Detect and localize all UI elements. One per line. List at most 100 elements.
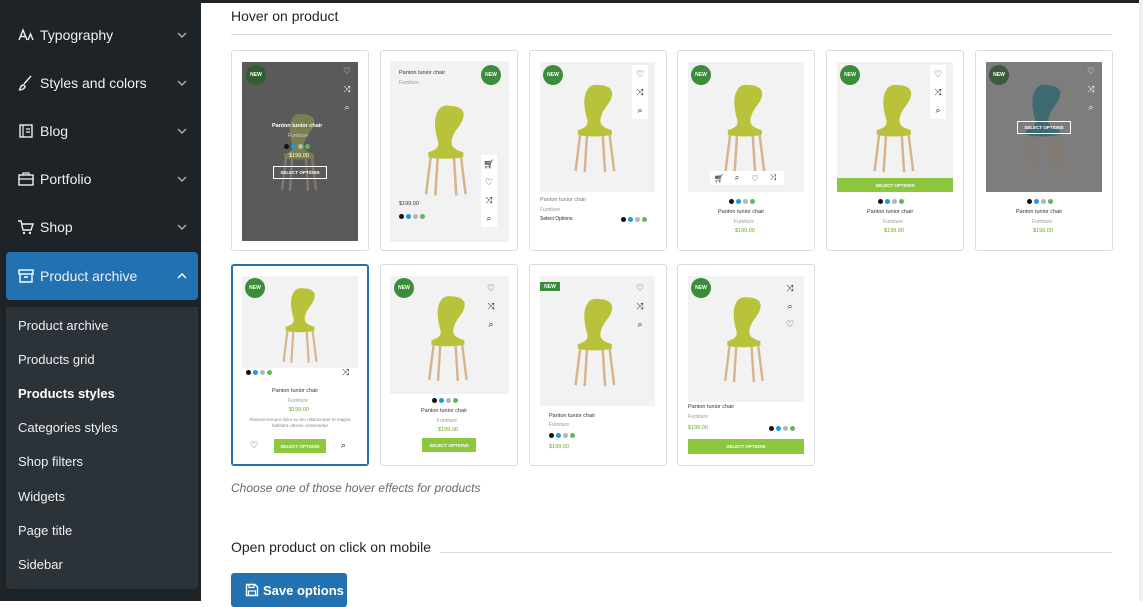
new-badge: NEW xyxy=(394,278,414,298)
hover-style-card-10[interactable]: NEW ⤨ ⌕ ♡ Panton tunior chair Furniture … xyxy=(677,264,815,466)
nav-product-archive[interactable]: Product archive xyxy=(6,252,198,300)
search-icon[interactable]: ⌕ xyxy=(728,173,746,183)
color-swatches xyxy=(284,144,310,149)
product-price: $199.00 xyxy=(289,407,309,413)
nav-label: Typography xyxy=(40,27,114,43)
hover-style-card-1[interactable]: NEW ♡ ⤨ ⌕ Panton tunior chair Furniture … xyxy=(231,50,369,251)
action-icons: ♡ ⤨ ⌕ xyxy=(930,65,946,119)
action-icons: ♡ ⤨ ⌕ xyxy=(632,279,648,333)
nav-typography[interactable]: Typography xyxy=(6,11,198,59)
select-options-button[interactable]: SELECT OPTIONS xyxy=(837,178,953,192)
chair-image xyxy=(712,70,780,186)
hover-style-card-4[interactable]: NEW 🛒︎ ⌕ ♡ ⤨ Panton tunior chair Furnitu… xyxy=(677,50,815,251)
search-icon[interactable]: ⌕ xyxy=(632,101,648,119)
archive-icon xyxy=(18,269,34,283)
shuffle-icon[interactable]: ⤨ xyxy=(764,173,782,183)
save-options-button[interactable]: Save options xyxy=(231,573,347,607)
subnav-sidebar[interactable]: Sidebar xyxy=(18,557,63,572)
search-icon[interactable]: ⌕ xyxy=(632,315,648,333)
heart-icon[interactable]: ♡ xyxy=(481,173,497,191)
product-price: $199.00 xyxy=(438,427,458,433)
new-badge: NEW xyxy=(840,65,860,85)
select-options-button[interactable]: SELECT OPTIONS xyxy=(1017,121,1071,134)
shuffle-icon[interactable]: ⤨ xyxy=(342,367,349,378)
hover-style-card-8[interactable]: NEW ♡ ⤨ ⌕ Panton tunior chair Furniture … xyxy=(380,264,518,466)
nav-label: Portfolio xyxy=(40,171,92,187)
subnav-product-archive[interactable]: Product archive xyxy=(18,318,108,333)
search-icon[interactable]: ⌕ xyxy=(339,98,355,116)
new-badge: NEW xyxy=(989,65,1009,85)
product-archive-submenu xyxy=(6,307,198,589)
shuffle-icon[interactable]: ⤨ xyxy=(782,279,798,297)
shuffle-icon[interactable]: ⤨ xyxy=(1083,80,1099,98)
select-options-button[interactable]: SELECT OPTIONS xyxy=(688,439,804,454)
select-options-button[interactable]: SELECT OPTIONS xyxy=(422,438,476,452)
chair-image xyxy=(270,92,330,212)
search-icon[interactable]: ⌕ xyxy=(481,209,497,227)
heart-icon[interactable]: ♡ xyxy=(339,62,355,80)
section-title-hover: Hover on product xyxy=(231,8,339,24)
heart-icon[interactable]: ♡ xyxy=(483,279,499,297)
hover-style-card-9[interactable]: NEW ♡ ⤨ ⌕ Panton tunior chair Furniture … xyxy=(529,264,667,466)
cart-icon[interactable]: 🛒︎ xyxy=(710,174,728,183)
search-icon[interactable]: ⌕ xyxy=(782,297,798,315)
shuffle-icon[interactable]: ⤨ xyxy=(339,80,355,98)
search-icon[interactable]: ⌕ xyxy=(930,101,946,119)
nav-label: Shop xyxy=(40,219,73,235)
heart-icon[interactable]: ♡ xyxy=(930,65,946,83)
select-options-link[interactable]: Select Options xyxy=(540,216,573,222)
chair-image xyxy=(416,284,482,392)
hover-style-card-5[interactable]: NEW ♡ ⤨ ⌕ SELECT OPTIONS Panton tunior c… xyxy=(826,50,964,251)
shuffle-icon[interactable]: ⤨ xyxy=(481,191,497,209)
subnav-products-styles[interactable]: Products styles xyxy=(18,386,115,401)
nav-blog[interactable]: Blog xyxy=(6,107,198,155)
heart-icon[interactable]: ♡ xyxy=(632,65,648,83)
chair-image xyxy=(412,95,482,205)
cart-icon[interactable]: 🛒︎ xyxy=(481,155,497,173)
shuffle-icon[interactable]: ⤨ xyxy=(632,83,648,101)
heart-icon[interactable]: ♡ xyxy=(782,315,798,333)
search-icon[interactable]: ⌕ xyxy=(1083,98,1099,116)
heart-icon[interactable]: ♡ xyxy=(746,174,764,183)
heart-icon[interactable]: ♡ xyxy=(1083,62,1099,80)
hover-style-card-3[interactable]: NEW ♡ ⤨ ⌕ Panton tunior chair Furniture … xyxy=(529,50,667,251)
action-icons: ♡ ⤨ ⌕ xyxy=(632,65,648,119)
new-badge: NEW xyxy=(246,65,266,85)
chevron-up-icon xyxy=(177,272,187,279)
select-options-button[interactable]: SELECT OPTIONS xyxy=(273,166,327,179)
subnav-widgets[interactable]: Widgets xyxy=(18,489,65,504)
nav-shop[interactable]: Shop xyxy=(6,203,198,251)
nav-styles-colors[interactable]: Styles and colors xyxy=(6,59,198,107)
product-category: Furniture xyxy=(1032,219,1053,225)
subnav-page-title[interactable]: Page title xyxy=(18,523,72,538)
product-title: Panton tunior chair xyxy=(272,123,323,129)
select-options-button[interactable]: SELECT OPTIONS xyxy=(274,439,326,453)
settings-sidebar: Typography Styles and colors Blog Portfo… xyxy=(0,3,201,601)
chevron-down-icon xyxy=(177,128,187,135)
subnav-products-grid[interactable]: Products grid xyxy=(18,352,95,367)
subnav-categories-styles[interactable]: Categories styles xyxy=(18,420,118,435)
product-category: Furniture xyxy=(399,80,420,86)
product-title: Panton tunior chair xyxy=(540,197,587,203)
chair-image xyxy=(861,70,929,186)
heart-icon[interactable]: ♡ xyxy=(632,279,648,297)
blog-icon xyxy=(19,124,33,138)
product-price: $199.00 xyxy=(1033,228,1053,234)
search-icon[interactable]: ⌕ xyxy=(483,315,499,333)
hover-style-card-6[interactable]: NEW ♡ ⤨ ⌕ SELECT OPTIONS Panton tunior c… xyxy=(975,50,1113,251)
subnav-shop-filters[interactable]: Shop filters xyxy=(18,454,83,469)
chair-image xyxy=(272,282,330,368)
nav-label: Blog xyxy=(40,123,69,139)
nav-portfolio[interactable]: Portfolio xyxy=(6,155,198,203)
heart-icon[interactable]: ♡ xyxy=(250,440,258,451)
brush-icon xyxy=(18,75,32,91)
shuffle-icon[interactable]: ⤨ xyxy=(632,297,648,315)
search-icon[interactable]: ⌕ xyxy=(341,440,346,451)
shuffle-icon[interactable]: ⤨ xyxy=(930,83,946,101)
color-swatches xyxy=(549,433,575,438)
product-price: $199.00 xyxy=(549,444,569,450)
shuffle-icon[interactable]: ⤨ xyxy=(483,297,499,315)
hover-style-card-2[interactable]: Panton tunior chair Furniture NEW 🛒︎ ♡ ⤨… xyxy=(380,50,518,251)
product-category: Furniture xyxy=(688,414,709,420)
hover-style-card-7[interactable]: NEW ⤨ Panton tunior chair Furniture $199… xyxy=(231,264,369,466)
